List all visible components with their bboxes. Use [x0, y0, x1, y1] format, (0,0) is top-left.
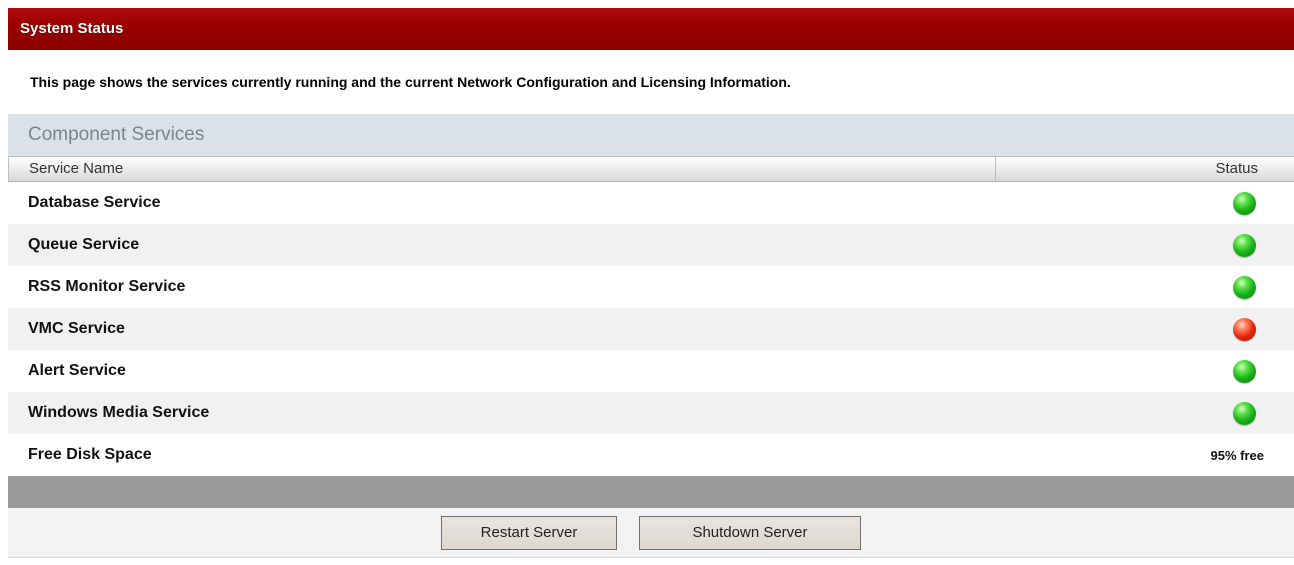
green-status-icon [1233, 401, 1256, 425]
service-status [996, 317, 1294, 341]
service-status [996, 275, 1294, 299]
green-status-icon [1233, 359, 1256, 383]
table-row: Free Disk Space 95% free [8, 434, 1294, 476]
column-header-service-name[interactable]: Service Name [8, 157, 996, 181]
service-name: Queue Service [28, 236, 140, 253]
service-status [996, 401, 1294, 425]
table-row: RSS Monitor Service [8, 266, 1294, 308]
service-status [996, 233, 1294, 257]
table-row: VMC Service [8, 308, 1294, 350]
page-title: System Status [8, 8, 1294, 50]
table-row: Windows Media Service [8, 392, 1294, 434]
free-disk-space-label: Free Disk Space [28, 446, 152, 463]
green-status-icon [1233, 275, 1256, 299]
table-footer-bar [8, 476, 1294, 508]
green-status-icon [1233, 233, 1256, 257]
red-status-icon [1233, 317, 1256, 341]
service-name: Database Service [28, 194, 161, 211]
free-disk-space-value: 95% free [1210, 447, 1264, 463]
page-description: This page shows the services currently r… [30, 74, 791, 90]
column-header-status[interactable]: Status [996, 157, 1294, 181]
service-name: RSS Monitor Service [28, 278, 186, 295]
button-bar: Restart Server Shutdown Server [8, 508, 1294, 558]
restart-server-button[interactable]: Restart Server [441, 515, 617, 550]
table-header: Service Name Status [8, 156, 1294, 182]
shutdown-server-button[interactable]: Shutdown Server [639, 515, 861, 550]
service-status [996, 359, 1294, 383]
table-row: Alert Service [8, 350, 1294, 392]
table-row: Database Service [8, 182, 1294, 224]
service-name: Windows Media Service [28, 404, 210, 421]
table-row: Queue Service [8, 224, 1294, 266]
green-status-icon [1233, 191, 1256, 215]
section-title: Component Services [8, 114, 1294, 156]
system-status-panel: System Status This page shows the servic… [8, 8, 1294, 565]
service-name: VMC Service [28, 320, 125, 337]
service-name: Alert Service [28, 362, 126, 379]
service-status [996, 191, 1294, 215]
